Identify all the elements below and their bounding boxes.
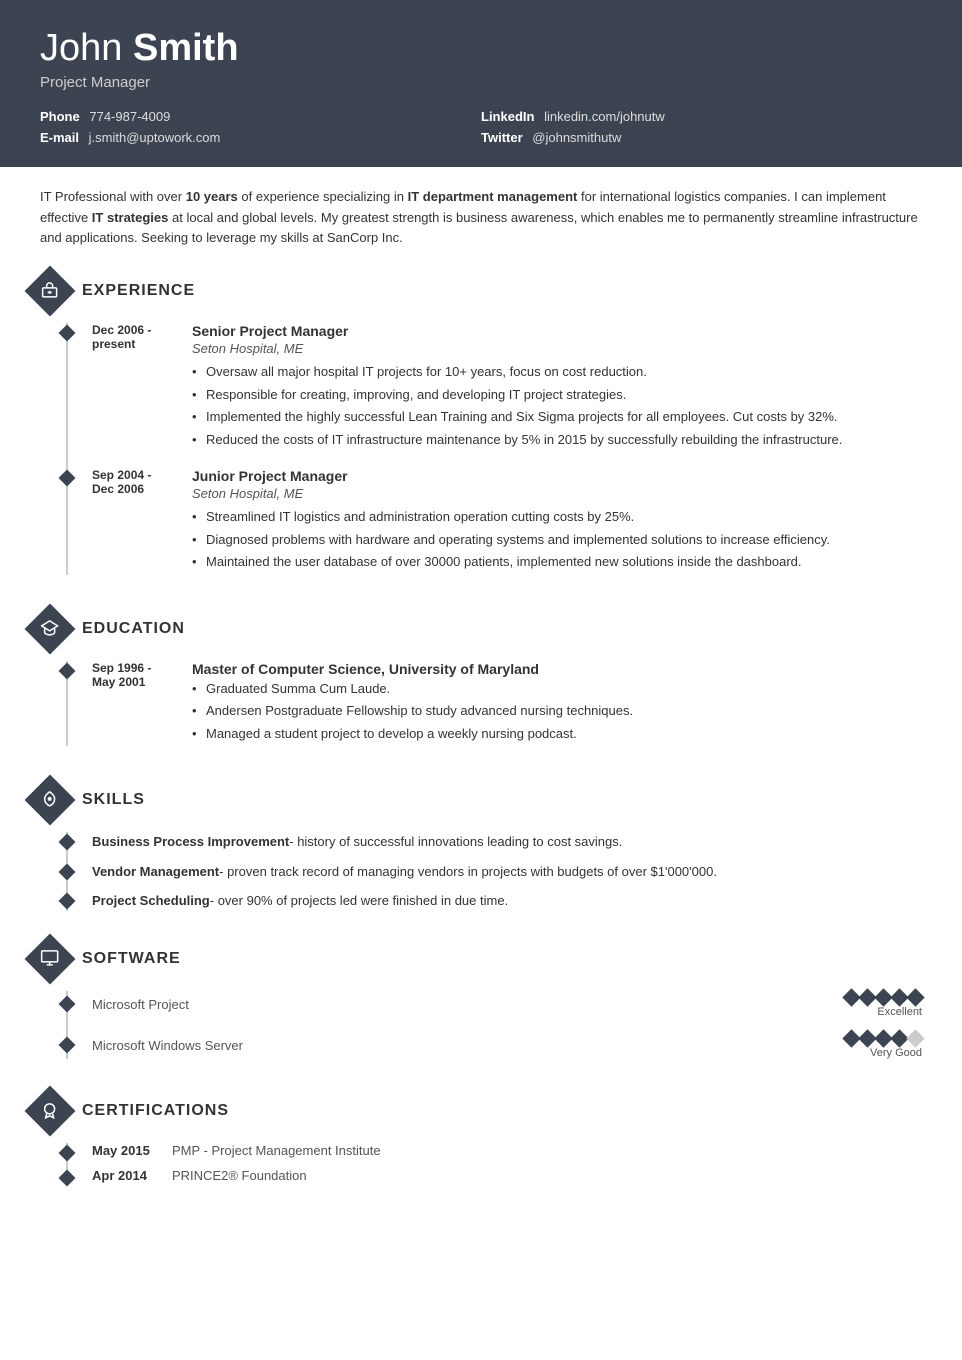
job-title: Junior Project Manager <box>192 468 922 484</box>
rating-label: Very Good <box>870 1047 922 1059</box>
certifications-section: CERTIFICATIONS May 2015 PMP - Project Ma… <box>0 1083 962 1203</box>
skills-title: SKILLS <box>82 791 145 809</box>
bullet-item: Oversaw all major hospital IT projects f… <box>192 362 922 382</box>
skills-header: SKILLS <box>32 782 922 818</box>
skills-section: SKILLS Business Process Improvement- his… <box>0 772 962 931</box>
cert-name: PRINCE2® Foundation <box>172 1168 307 1183</box>
job-date: Sep 2004 - Dec 2006 <box>92 468 192 575</box>
software-list: Microsoft Project Excellent Microsoft Wi… <box>66 991 922 1059</box>
bullet-item: Streamlined IT logistics and administrat… <box>192 507 922 527</box>
certifications-icon <box>25 1085 76 1136</box>
first-name: John <box>40 27 122 69</box>
rating-dot-empty <box>906 1029 924 1047</box>
certifications-header: CERTIFICATIONS <box>32 1093 922 1129</box>
bullet-item: Implemented the highly successful Lean T… <box>192 407 922 427</box>
edu-content: Master of Computer Science, University o… <box>192 661 922 747</box>
software-rating: Very Good <box>845 1032 922 1059</box>
software-icon <box>25 933 76 984</box>
linkedin-item: LinkedIn linkedin.com/johnutw <box>481 109 922 124</box>
rating-dot <box>906 988 924 1006</box>
education-header: EDUCATION <box>32 611 922 647</box>
timeline-item: Dec 2006 - present Senior Project Manage… <box>68 323 922 452</box>
job-title: Senior Project Manager <box>192 323 922 339</box>
certifications-list: May 2015 PMP - Project Management Instit… <box>66 1143 922 1183</box>
email-item: E-mail j.smith@uptowork.com <box>40 130 481 145</box>
software-item: Microsoft Windows Server Very Good <box>68 1032 922 1059</box>
job-date: Dec 2006 - present <box>92 323 192 452</box>
cert-date: May 2015 <box>92 1143 172 1158</box>
timeline-item: Sep 2004 - Dec 2006 Junior Project Manag… <box>68 468 922 575</box>
software-rating: Excellent <box>845 991 922 1018</box>
summary-section: IT Professional with over 10 years of ex… <box>0 167 962 263</box>
bullet-item: Reduced the costs of IT infrastructure m… <box>192 430 922 450</box>
cert-item: May 2015 PMP - Project Management Instit… <box>68 1143 922 1158</box>
email-label: E-mail <box>40 130 79 145</box>
job-bullets: Oversaw all major hospital IT projects f… <box>192 362 922 449</box>
experience-icon <box>25 266 76 317</box>
edu-date: Sep 1996 - May 2001 <box>92 661 192 747</box>
bullet-item: Graduated Summa Cum Laude. <box>192 679 922 699</box>
certifications-title: CERTIFICATIONS <box>82 1102 229 1120</box>
skill-item: Vendor Management- proven track record o… <box>68 862 922 882</box>
job-bullets: Streamlined IT logistics and administrat… <box>192 507 922 572</box>
job-title: Project Manager <box>40 74 922 91</box>
education-section: EDUCATION Sep 1996 - May 2001 Master of … <box>0 601 962 773</box>
software-item: Microsoft Project Excellent <box>68 991 922 1018</box>
job-content: Junior Project Manager Seton Hospital, M… <box>192 468 922 575</box>
company-name: Seton Hospital, ME <box>192 486 922 501</box>
edu-bullets: Graduated Summa Cum Laude. Andersen Post… <box>192 679 922 744</box>
rating-label: Excellent <box>877 1006 922 1018</box>
education-icon <box>25 603 76 654</box>
cert-date: Apr 2014 <box>92 1168 172 1183</box>
full-name: John Smith <box>40 28 922 70</box>
software-section: SOFTWARE Microsoft Project Excellent Mic… <box>0 931 962 1083</box>
skill-item: Project Scheduling- over 90% of projects… <box>68 891 922 911</box>
resume-header: John Smith Project Manager Phone 774-987… <box>0 0 962 167</box>
email-value: j.smith@uptowork.com <box>89 130 221 145</box>
phone-label: Phone <box>40 109 80 124</box>
skill-item: Business Process Improvement- history of… <box>68 832 922 852</box>
software-name: Microsoft Project <box>92 997 845 1012</box>
linkedin-value: linkedin.com/johnutw <box>544 109 665 124</box>
contact-info: Phone 774-987-4009 LinkedIn linkedin.com… <box>40 109 922 145</box>
education-timeline: Sep 1996 - May 2001 Master of Computer S… <box>66 661 922 747</box>
degree-title: Master of Computer Science, University o… <box>192 661 922 677</box>
bullet-item: Responsible for creating, improving, and… <box>192 385 922 405</box>
cert-item: Apr 2014 PRINCE2® Foundation <box>68 1168 922 1183</box>
experience-title: EXPERIENCE <box>82 282 195 300</box>
experience-section: EXPERIENCE Dec 2006 - present Senior Pro… <box>0 263 962 601</box>
cert-name: PMP - Project Management Institute <box>172 1143 381 1158</box>
last-name: Smith <box>133 27 239 69</box>
skills-icon <box>25 775 76 826</box>
timeline-item: Sep 1996 - May 2001 Master of Computer S… <box>68 661 922 747</box>
software-name: Microsoft Windows Server <box>92 1038 845 1053</box>
company-name: Seton Hospital, ME <box>192 341 922 356</box>
skills-list: Business Process Improvement- history of… <box>66 832 922 911</box>
bullet-item: Managed a student project to develop a w… <box>192 724 922 744</box>
phone-value: 774-987-4009 <box>89 109 170 124</box>
bullet-item: Diagnosed problems with hardware and ope… <box>192 530 922 550</box>
linkedin-label: LinkedIn <box>481 109 534 124</box>
rating-dots <box>845 1032 922 1045</box>
software-header: SOFTWARE <box>32 941 922 977</box>
phone-item: Phone 774-987-4009 <box>40 109 481 124</box>
rating-dots <box>845 991 922 1004</box>
education-title: EDUCATION <box>82 620 185 638</box>
summary-text: IT Professional with over 10 years of ex… <box>40 187 922 249</box>
twitter-value: @johnsmithutw <box>532 130 621 145</box>
software-title: SOFTWARE <box>82 950 181 968</box>
twitter-label: Twitter <box>481 130 523 145</box>
bullet-item: Maintained the user database of over 300… <box>192 552 922 572</box>
twitter-item: Twitter @johnsmithutw <box>481 130 922 145</box>
experience-timeline: Dec 2006 - present Senior Project Manage… <box>66 323 922 575</box>
job-content: Senior Project Manager Seton Hospital, M… <box>192 323 922 452</box>
experience-header: EXPERIENCE <box>32 273 922 309</box>
bullet-item: Andersen Postgraduate Fellowship to stud… <box>192 701 922 721</box>
